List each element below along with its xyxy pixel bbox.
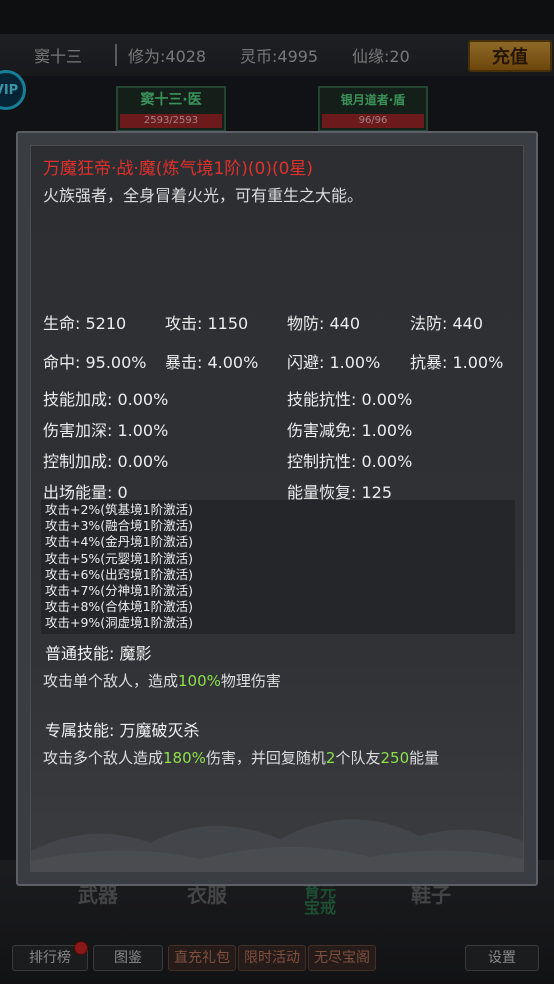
normal-skill-desc-suffix: 物理伤害 bbox=[220, 672, 281, 690]
special-skill-name: 专属技能: 万魔破灭杀 bbox=[45, 721, 200, 740]
special-skill-desc-part1: 攻击多个敌人造成 bbox=[43, 749, 164, 767]
effect-item: 攻击+5%(元婴境1阶激活) bbox=[45, 550, 194, 566]
stat-damage-deepen: 伤害加深: 1.00% bbox=[43, 421, 169, 440]
special-skill-hl3: 250 bbox=[380, 749, 410, 767]
effect-item: 攻击+9%(洞虚境1阶激活) bbox=[45, 615, 194, 631]
mountain-decoration bbox=[31, 819, 523, 871]
stat-magic-defense: 法防: 440 bbox=[410, 314, 484, 333]
special-skill-desc: 攻击多个敌人造成180%伤害，并回复随机2个队友250能量 bbox=[43, 747, 439, 768]
stat-hp: 生命: 5210 bbox=[43, 314, 127, 333]
special-skill-hl1: 180% bbox=[163, 749, 206, 767]
effect-item: 攻击+2%(筑基境1阶激活) bbox=[45, 502, 194, 517]
normal-skill-name: 普通技能: 魔影 bbox=[45, 644, 152, 663]
effect-item: 攻击+6%(出窍境1阶激活) bbox=[45, 566, 194, 582]
stat-skill-resist: 技能抗性: 0.00% bbox=[287, 390, 413, 409]
stat-dodge: 闪避: 1.00% bbox=[287, 353, 381, 372]
special-skill-desc-part3: 个队友 bbox=[335, 749, 381, 767]
hero-title: 万魔狂帝·战·魔(炼气境1阶)(0)(0星) bbox=[43, 159, 314, 179]
stat-crit-resist: 抗暴: 1.00% bbox=[410, 353, 504, 372]
normal-skill-desc: 攻击单个敌人，造成100%物理伤害 bbox=[43, 670, 281, 691]
special-skill-desc-part2: 伤害，并回复随机 bbox=[205, 749, 326, 767]
effect-item: 攻击+3%(融合境1阶激活) bbox=[45, 518, 194, 534]
hero-description: 火族强者，全身冒着火光，可有重生之大能。 bbox=[43, 186, 364, 205]
effect-item: 攻击+7%(分神境1阶激活) bbox=[45, 583, 194, 599]
activation-effects-list[interactable]: 攻击+2%(筑基境1阶激活) 攻击+3%(融合境1阶激活) 攻击+4%(金丹境1… bbox=[41, 500, 515, 634]
effect-item: 攻击+4%(金丹境1阶激活) bbox=[45, 534, 194, 550]
hero-detail-content: 万魔狂帝·战·魔(炼气境1阶)(0)(0星) 火族强者，全身冒着火光，可有重生之… bbox=[30, 145, 524, 872]
special-skill-desc-part4: 能量 bbox=[409, 749, 440, 767]
stat-crit: 暴击: 4.00% bbox=[165, 353, 259, 372]
stat-attack: 攻击: 1150 bbox=[165, 314, 249, 333]
normal-skill-desc-prefix: 攻击单个敌人，造成 bbox=[43, 672, 179, 690]
stat-hit: 命中: 95.00% bbox=[43, 353, 147, 372]
effect-item: 攻击+8%(合体境1阶激活) bbox=[45, 599, 194, 615]
stat-skill-bonus: 技能加成: 0.00% bbox=[43, 390, 169, 409]
normal-skill-highlight: 100% bbox=[178, 672, 221, 690]
stat-control-resist: 控制抗性: 0.00% bbox=[287, 452, 413, 471]
hero-detail-panel: 万魔狂帝·战·魔(炼气境1阶)(0)(0星) 火族强者，全身冒着火光，可有重生之… bbox=[16, 131, 538, 886]
stat-physical-defense: 物防: 440 bbox=[287, 314, 361, 333]
stat-control-bonus: 控制加成: 0.00% bbox=[43, 452, 169, 471]
stat-damage-reduction: 伤害减免: 1.00% bbox=[287, 421, 413, 440]
